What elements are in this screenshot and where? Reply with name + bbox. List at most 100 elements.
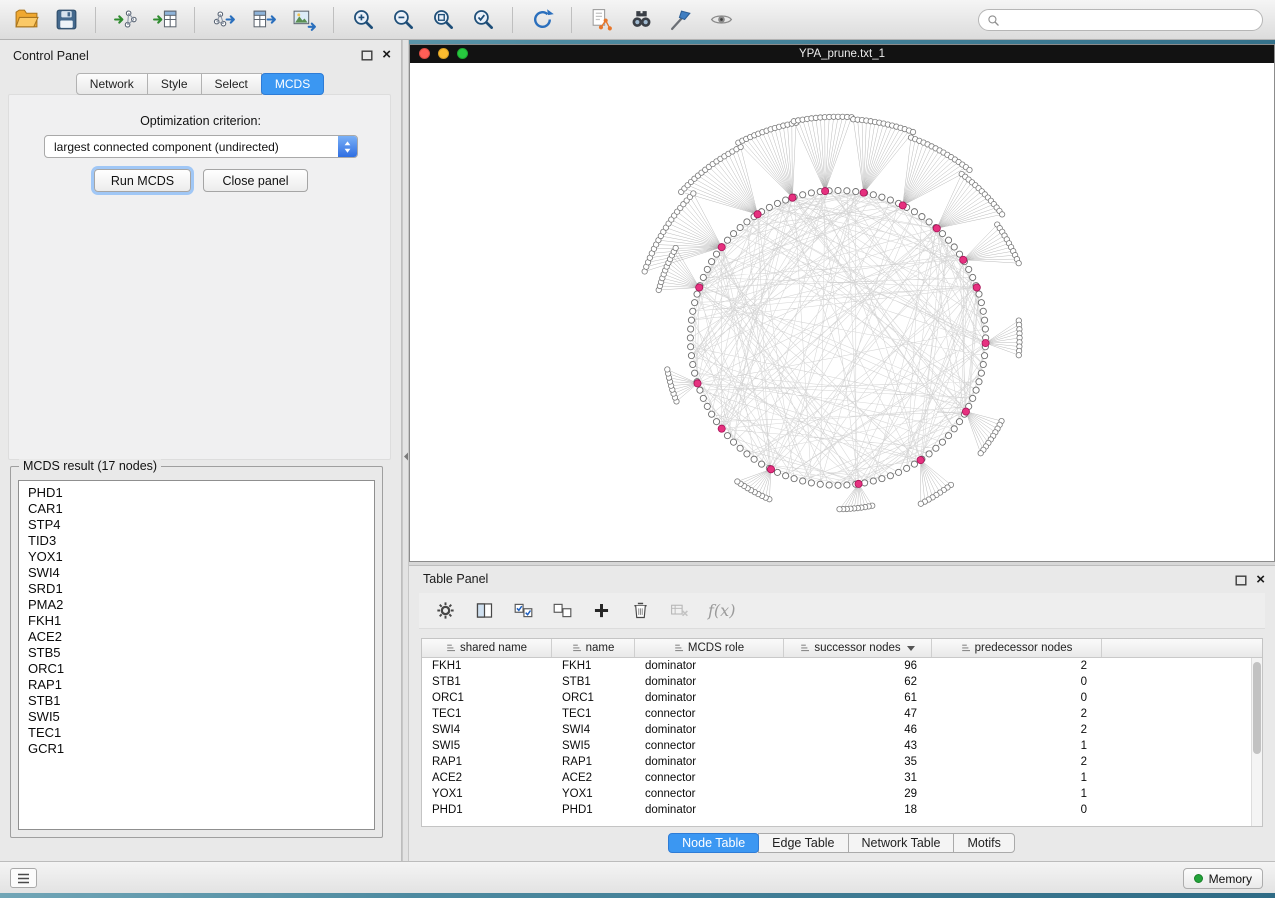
tab-network-table[interactable]: Network Table: [848, 833, 955, 853]
column-header-shared-name[interactable]: shared name: [422, 639, 552, 657]
export-network-icon[interactable]: [206, 5, 242, 35]
column-header-successor-nodes[interactable]: successor nodes: [784, 639, 932, 657]
float-panel-icon[interactable]: [361, 50, 373, 61]
memory-label: Memory: [1209, 872, 1252, 886]
table-cell: SWI5: [552, 738, 635, 754]
tab-mcds[interactable]: MCDS: [261, 73, 324, 95]
table-row[interactable]: SWI5SWI5connector431: [422, 738, 1262, 754]
table-row[interactable]: YOX1YOX1connector291: [422, 786, 1262, 802]
tab-select[interactable]: Select: [201, 73, 262, 95]
delete-icon[interactable]: [628, 599, 652, 623]
table-row[interactable]: ACE2ACE2connector311: [422, 770, 1262, 786]
close-panel-icon[interactable]: ×: [382, 48, 391, 62]
table-cell: 31: [784, 770, 932, 786]
import-table-icon[interactable]: [147, 5, 183, 35]
mcds-node-item[interactable]: SRD1: [28, 581, 374, 597]
table-row[interactable]: PHD1PHD1dominator180: [422, 802, 1262, 818]
task-history-button[interactable]: [10, 868, 37, 888]
column-header-name[interactable]: name: [552, 639, 635, 657]
export-table-icon[interactable]: [246, 5, 282, 35]
table-cell: 96: [784, 658, 932, 674]
run-mcds-button[interactable]: Run MCDS: [94, 169, 191, 192]
table-cell: FKH1: [422, 658, 552, 674]
mcds-node-item[interactable]: STB5: [28, 645, 374, 661]
tab-network[interactable]: Network: [76, 73, 148, 95]
mcds-node-item[interactable]: STP4: [28, 517, 374, 533]
tab-edge-table[interactable]: Edge Table: [758, 833, 848, 853]
mcds-node-item[interactable]: ACE2: [28, 629, 374, 645]
mcds-result-list[interactable]: PHD1CAR1STP4TID3YOX1SWI4SRD1PMA2FKH1ACE2…: [18, 480, 375, 830]
columns-icon[interactable]: [472, 599, 496, 623]
table-panel-window-buttons: ×: [1235, 572, 1265, 588]
table-cell: ORC1: [422, 690, 552, 706]
table-row[interactable]: ORC1ORC1dominator610: [422, 690, 1262, 706]
mcds-node-item[interactable]: SWI4: [28, 565, 374, 581]
table-cell: 47: [784, 706, 932, 722]
table-scrollbar[interactable]: [1251, 658, 1262, 826]
tab-style[interactable]: Style: [147, 73, 202, 95]
network-view[interactable]: [410, 63, 1274, 561]
table-toolbar: f(x): [419, 593, 1265, 629]
float-table-panel-icon[interactable]: [1235, 575, 1247, 586]
gear-icon[interactable]: [433, 599, 457, 623]
style-wand-icon[interactable]: [663, 5, 699, 35]
table-cell: SWI5: [422, 738, 552, 754]
zoom-fit-icon[interactable]: [425, 5, 461, 35]
table-row[interactable]: STB1STB1dominator620: [422, 674, 1262, 690]
save-icon[interactable]: [48, 5, 84, 35]
mcds-node-item[interactable]: FKH1: [28, 613, 374, 629]
table-panel-title: Table Panel: [423, 572, 488, 586]
search-network-icon[interactable]: [623, 5, 659, 35]
column-header-MCDS-role[interactable]: MCDS role: [635, 639, 784, 657]
table-cell: 1: [932, 786, 1102, 802]
mcds-node-item[interactable]: ORC1: [28, 661, 374, 677]
table-row[interactable]: TEC1TEC1connector472: [422, 706, 1262, 722]
mcds-node-item[interactable]: PMA2: [28, 597, 374, 613]
zoom-out-icon[interactable]: [385, 5, 421, 35]
node-table: shared namenameMCDS rolesuccessor nodesp…: [421, 638, 1263, 827]
mcds-node-item[interactable]: STB1: [28, 693, 374, 709]
network-canvas[interactable]: [410, 63, 1274, 561]
mcds-node-item[interactable]: RAP1: [28, 677, 374, 693]
search-box[interactable]: [978, 9, 1263, 31]
search-input[interactable]: [1005, 11, 1262, 29]
select-all-icon[interactable]: [511, 599, 535, 623]
close-table-panel-icon[interactable]: ×: [1256, 573, 1265, 587]
tab-node-table[interactable]: Node Table: [668, 833, 759, 853]
close-window-icon[interactable]: [419, 48, 430, 59]
mcds-node-item[interactable]: PHD1: [28, 485, 374, 501]
mcds-node-item[interactable]: SWI5: [28, 709, 374, 725]
mcds-node-item[interactable]: TID3: [28, 533, 374, 549]
criterion-dropdown[interactable]: largest connected component (undirected): [44, 135, 358, 158]
memory-status-icon: [1194, 874, 1203, 883]
add-icon[interactable]: [589, 599, 613, 623]
mcds-node-item[interactable]: GCR1: [28, 741, 374, 757]
table-row[interactable]: FKH1FKH1dominator962: [422, 658, 1262, 674]
unselect-all-icon[interactable]: [550, 599, 574, 623]
close-panel-button[interactable]: Close panel: [203, 169, 308, 192]
scrollbar-thumb[interactable]: [1253, 662, 1261, 754]
maximize-window-icon[interactable]: [457, 48, 468, 59]
network-window-titlebar[interactable]: YPA_prune.txt_1: [410, 45, 1274, 63]
table-cell: 2: [932, 658, 1102, 674]
share-document-icon[interactable]: [583, 5, 619, 35]
layout-refresh-icon[interactable]: [524, 5, 560, 35]
table-cell: 0: [932, 674, 1102, 690]
zoom-selected-icon[interactable]: [465, 5, 501, 35]
table-cell: dominator: [635, 754, 784, 770]
import-network-icon[interactable]: [107, 5, 143, 35]
mcds-node-item[interactable]: CAR1: [28, 501, 374, 517]
mcds-node-item[interactable]: TEC1: [28, 725, 374, 741]
table-row[interactable]: RAP1RAP1dominator352: [422, 754, 1262, 770]
minimize-window-icon[interactable]: [438, 48, 449, 59]
mcds-node-item[interactable]: YOX1: [28, 549, 374, 565]
open-file-icon[interactable]: [8, 5, 44, 35]
tab-motifs[interactable]: Motifs: [953, 833, 1014, 853]
column-header-predecessor-nodes[interactable]: predecessor nodes: [932, 639, 1102, 657]
memory-button[interactable]: Memory: [1183, 868, 1263, 889]
export-image-icon[interactable]: [286, 5, 322, 35]
zoom-in-icon[interactable]: [345, 5, 381, 35]
table-row[interactable]: SWI4SWI4dominator462: [422, 722, 1262, 738]
table-cell: TEC1: [422, 706, 552, 722]
panel-splitter[interactable]: [402, 40, 409, 861]
